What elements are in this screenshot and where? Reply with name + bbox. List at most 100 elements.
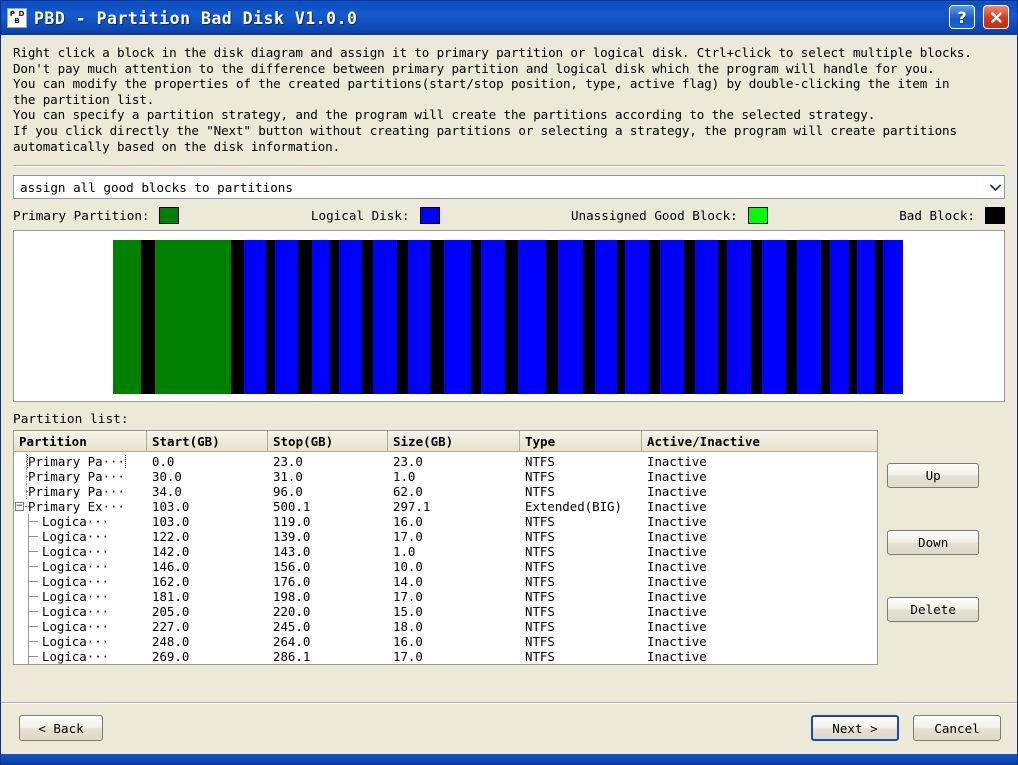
delete-button[interactable]: Delete: [887, 597, 979, 622]
disk-block-bad-27[interactable]: [649, 240, 660, 394]
table-row[interactable]: Logica···122.0139.017.0NTFSInactive: [14, 529, 878, 544]
disk-block-logical-10[interactable]: [339, 240, 362, 394]
tree-gutter: [14, 529, 42, 544]
tree-expander-icon[interactable]: −: [15, 502, 24, 511]
column-header-active[interactable]: Active/Inactive: [642, 431, 878, 451]
disk-block-bad-29[interactable]: [684, 240, 694, 394]
chevron-down-icon[interactable]: [986, 176, 1004, 198]
disk-block-logical-36[interactable]: [797, 240, 820, 394]
disk-block-logical-40[interactable]: [857, 240, 875, 394]
disk-block-bad-11[interactable]: [362, 240, 373, 394]
disk-block-logical-6[interactable]: [275, 240, 297, 394]
disk-block-bad-17[interactable]: [471, 240, 481, 394]
disk-block-bad-7[interactable]: [298, 240, 312, 394]
disk-block-logical-34[interactable]: [762, 240, 786, 394]
tree-gutter: [14, 634, 42, 649]
strategy-combobox[interactable]: assign all good blocks to partitions: [13, 175, 1005, 199]
disk-block-bad-37[interactable]: [821, 240, 830, 394]
table-row[interactable]: Logica···142.0143.01.0NTFSInactive: [14, 544, 878, 559]
cell-partition: Logica···: [14, 604, 147, 619]
tree-connector: [28, 566, 38, 567]
disk-block-logical-14[interactable]: [408, 240, 430, 394]
cell-start: 142.0: [147, 544, 268, 559]
table-row[interactable]: Primary Pa···34.096.062.0NTFSInactive: [14, 484, 878, 499]
column-header-stop[interactable]: Stop(GB): [268, 431, 388, 451]
disk-block-logical-18[interactable]: [481, 240, 505, 394]
column-header-size[interactable]: Size(GB): [388, 431, 520, 451]
disk-block-bad-25[interactable]: [617, 240, 625, 394]
table-row[interactable]: Primary Pa···0.023.023.0NTFSInactive: [14, 454, 878, 469]
cancel-button[interactable]: Cancel: [913, 715, 1001, 741]
disk-block-logical-30[interactable]: [695, 240, 718, 394]
disk-block-logical-28[interactable]: [660, 240, 684, 394]
disk-block-bad-9[interactable]: [330, 240, 339, 394]
disk-block-bad-3[interactable]: [231, 240, 244, 394]
table-row[interactable]: −Primary Ex···103.0500.1297.1Extended(BI…: [14, 499, 878, 514]
disk-block-bad-41[interactable]: [875, 240, 883, 394]
table-row[interactable]: Primary Pa···30.031.01.0NTFSInactive: [14, 469, 878, 484]
down-button[interactable]: Down: [887, 530, 979, 555]
table-row[interactable]: Logica···269.0286.117.0NTFSInactive: [14, 649, 878, 664]
cell-start: 30.0: [147, 469, 268, 484]
disk-block-bad-35[interactable]: [786, 240, 797, 394]
disk-block-bad-19[interactable]: [505, 240, 518, 394]
disk-block-bad-39[interactable]: [849, 240, 857, 394]
cell-type: NTFS: [520, 514, 642, 529]
cell-partition: Logica···: [14, 529, 147, 544]
disk-block-logical-8[interactable]: [312, 240, 330, 394]
disk-block-logical-24[interactable]: [595, 240, 617, 394]
cell-stop: 23.0: [268, 454, 388, 469]
legend-swatch-unassigned-good-block: [748, 207, 768, 224]
table-row[interactable]: Logica···181.0198.017.0NTFSInactive: [14, 589, 878, 604]
partition-name: Primary Pa···: [28, 454, 125, 469]
list-side-buttons: Up Down Delete: [887, 430, 1005, 664]
disk-block-bad-33[interactable]: [751, 240, 762, 394]
partition-name: Logica···: [42, 529, 109, 544]
disk-block-logical-26[interactable]: [625, 240, 648, 394]
disk-block-logical-42[interactable]: [883, 240, 903, 394]
table-row[interactable]: Logica···205.0220.015.0NTFSInactive: [14, 604, 878, 619]
cell-size: 15.0: [388, 604, 520, 619]
disk-block-bad-31[interactable]: [718, 240, 727, 394]
disk-block-logical-38[interactable]: [830, 240, 849, 394]
disk-block-bad-21[interactable]: [546, 240, 558, 394]
table-row[interactable]: Logica···248.0264.016.0NTFSInactive: [14, 634, 878, 649]
disk-block-logical-22[interactable]: [558, 240, 582, 394]
cell-stop: 176.0: [268, 574, 388, 589]
disk-block-logical-20[interactable]: [518, 240, 546, 394]
column-header-start[interactable]: Start(GB): [147, 431, 268, 451]
tree-gutter: [14, 514, 42, 529]
disk-block-logical-12[interactable]: [373, 240, 396, 394]
disk-diagram[interactable]: [13, 230, 1005, 402]
tree-connector: [26, 491, 34, 492]
column-header-partition[interactable]: Partition: [14, 431, 147, 451]
disk-diagram-strip[interactable]: [113, 240, 903, 394]
disk-block-logical-4[interactable]: [244, 240, 266, 394]
tree-connector: [26, 461, 34, 462]
disk-block-bad-23[interactable]: [583, 240, 595, 394]
table-row[interactable]: Logica···227.0245.018.0NTFSInactive: [14, 619, 878, 634]
table-row[interactable]: Logica···103.0119.016.0NTFSInactive: [14, 514, 878, 529]
disk-block-primary-2[interactable]: [155, 240, 231, 394]
tree-gutter: −: [14, 499, 28, 514]
disk-block-bad-15[interactable]: [430, 240, 444, 394]
table-row[interactable]: Logica···146.0156.010.0NTFSInactive: [14, 559, 878, 574]
partition-list-box[interactable]: PartitionStart(GB)Stop(GB)Size(GB)TypeAc…: [13, 430, 878, 665]
help-button[interactable]: ?: [949, 5, 975, 29]
disk-block-logical-32[interactable]: [727, 240, 750, 394]
partition-list-rows[interactable]: Primary Pa···0.023.023.0NTFSInactivePrim…: [14, 452, 878, 664]
close-button[interactable]: [983, 5, 1009, 29]
next-button[interactable]: Next >: [811, 715, 899, 741]
disk-block-bad-5[interactable]: [266, 240, 275, 394]
disk-block-primary-0[interactable]: [113, 240, 141, 394]
cell-start: 162.0: [147, 574, 268, 589]
cell-type: NTFS: [520, 634, 642, 649]
cell-start: 181.0: [147, 589, 268, 604]
up-button[interactable]: Up: [887, 463, 979, 488]
table-row[interactable]: Logica···162.0176.014.0NTFSInactive: [14, 574, 878, 589]
column-header-type[interactable]: Type: [520, 431, 642, 451]
disk-block-bad-1[interactable]: [141, 240, 155, 394]
back-button[interactable]: < Back: [19, 715, 103, 741]
disk-block-logical-16[interactable]: [444, 240, 470, 394]
disk-block-bad-13[interactable]: [397, 240, 408, 394]
